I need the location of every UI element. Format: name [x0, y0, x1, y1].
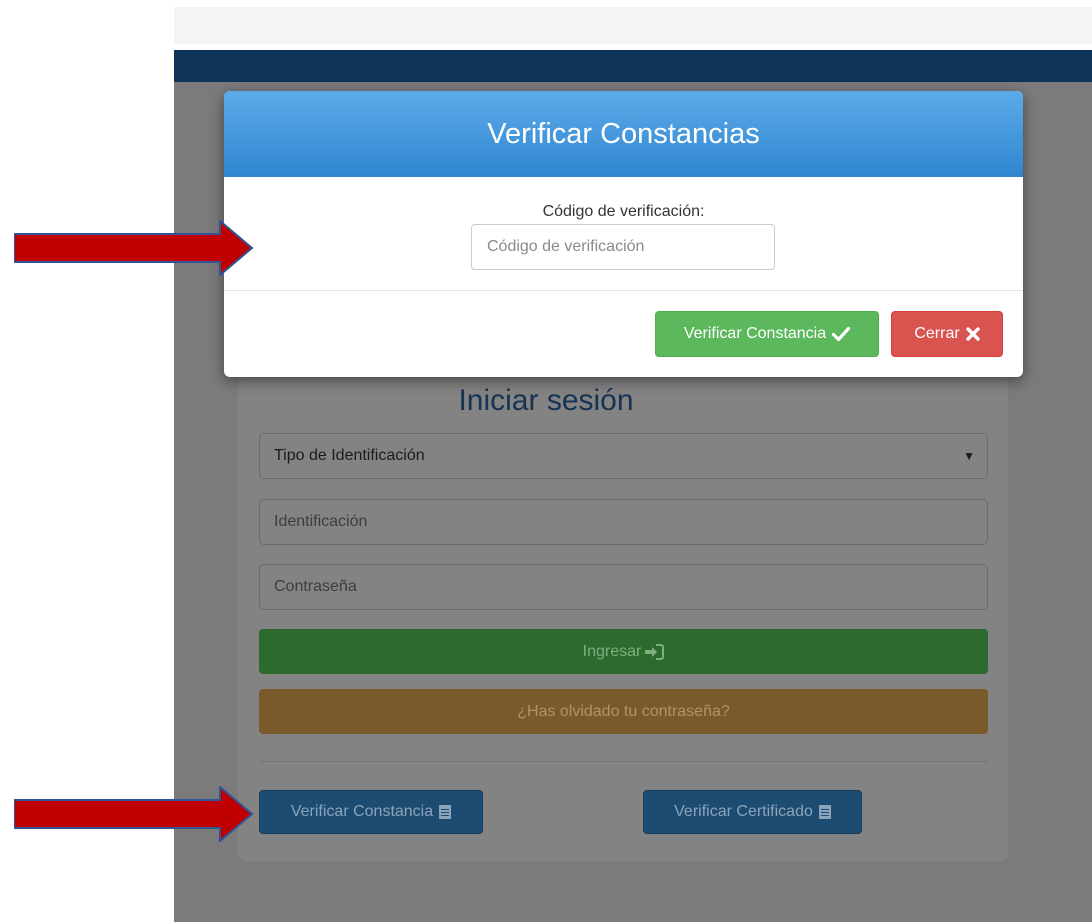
verify-constancia-modal-label: Verificar Constancia — [683, 325, 827, 342]
identification-input[interactable]: Identificación — [259, 499, 988, 545]
screenshot: Iniciar sesión Tipo de Identificación ▼ … — [0, 0, 1092, 922]
page-top-gap — [174, 0, 1092, 7]
caret-down-icon: ▼ — [963, 449, 975, 463]
forgot-password-button[interactable]: ¿Has olvidado tu contraseña? — [259, 689, 988, 734]
modal-header: Verificar Constancias — [224, 91, 1023, 177]
id-type-select-value: Tipo de Identificación — [274, 447, 425, 464]
times-icon — [965, 327, 980, 341]
id-type-select[interactable]: Tipo de Identificación ▼ — [259, 433, 988, 479]
password-placeholder: Contraseña — [274, 578, 357, 595]
check-icon — [832, 326, 851, 342]
modal-footer: Verificar Constancia Cerrar — [224, 291, 1023, 377]
code-label: Código de verificación: — [542, 203, 705, 220]
close-modal-button[interactable]: Cerrar — [891, 311, 1003, 357]
forgot-password-label: ¿Has olvidado tu contraseña? — [517, 702, 730, 720]
identification-placeholder: Identificación — [274, 513, 368, 530]
verify-constancia-button[interactable]: Verificar Constancia — [259, 790, 483, 834]
login-button[interactable]: Ingresar — [259, 629, 988, 674]
verify-constancia-label: Verificar Constancia — [290, 803, 434, 820]
modal-title: Verificar Constancias — [487, 117, 760, 150]
list-alt-icon — [818, 805, 831, 819]
verify-certificado-label: Verificar Certificado — [674, 803, 813, 820]
browser-top-bar — [174, 7, 1092, 44]
list-alt-icon — [439, 805, 452, 819]
modal-body: Código de verificación: — [224, 177, 1023, 291]
panel-divider — [259, 761, 988, 762]
sign-in-icon — [645, 643, 665, 660]
annotation-arrow-bottom — [14, 786, 254, 842]
login-title: Iniciar sesión — [458, 384, 634, 417]
verify-modal: Verificar Constancias Código de verifica… — [224, 91, 1023, 377]
password-input[interactable]: Contraseña — [259, 564, 988, 610]
annotation-arrow-top — [14, 220, 254, 276]
login-button-label: Ingresar — [582, 642, 642, 660]
verify-constancia-modal-button[interactable]: Verificar Constancia — [655, 311, 879, 357]
verify-certificado-button[interactable]: Verificar Certificado — [643, 790, 862, 834]
site-navbar — [174, 50, 1092, 82]
close-modal-label: Cerrar — [914, 325, 960, 342]
verification-code-input[interactable] — [471, 224, 775, 270]
